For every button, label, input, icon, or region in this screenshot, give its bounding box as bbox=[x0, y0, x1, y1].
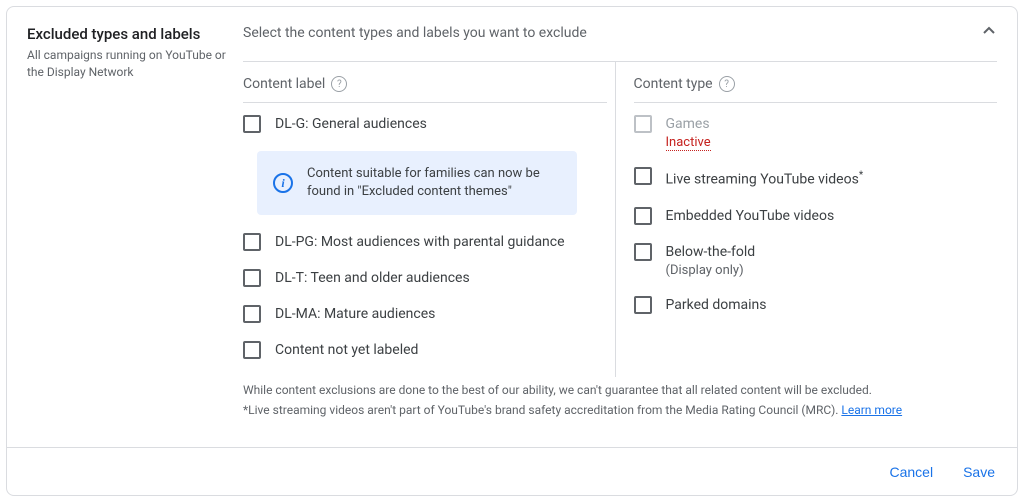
label-embedded: Embedded YouTube videos bbox=[666, 207, 835, 225]
content-label-header: Content label bbox=[243, 76, 325, 92]
help-icon[interactable]: ? bbox=[719, 76, 735, 92]
label-games: Games bbox=[666, 115, 711, 133]
sublabel-below-fold: (Display only) bbox=[666, 263, 756, 278]
label-dl-t: DL-T: Teen and older audiences bbox=[275, 269, 470, 287]
help-icon[interactable]: ? bbox=[331, 76, 347, 92]
footer-actions: Cancel Save bbox=[7, 447, 1017, 495]
status-inactive[interactable]: Inactive bbox=[666, 135, 711, 151]
content-label-column: Content label ? DL-G: General audiences … bbox=[243, 62, 615, 377]
content-type-header: Content type bbox=[634, 76, 713, 92]
checkbox-dl-t[interactable] bbox=[243, 269, 261, 287]
label-dl-ma: DL-MA: Mature audiences bbox=[275, 305, 435, 323]
checkbox-dl-pg[interactable] bbox=[243, 233, 261, 251]
checkbox-games bbox=[634, 115, 652, 133]
save-button[interactable]: Save bbox=[963, 464, 995, 480]
label-dl-pg: DL-PG: Most audiences with parental guid… bbox=[275, 233, 565, 251]
info-banner-text: Content suitable for families can now be… bbox=[307, 165, 561, 201]
label-dl-g: DL-G: General audiences bbox=[275, 115, 427, 133]
checkbox-dl-g[interactable] bbox=[243, 115, 261, 133]
label-parked: Parked domains bbox=[666, 296, 767, 314]
excluded-types-card: Excluded types and labels All campaigns … bbox=[6, 6, 1018, 496]
checkbox-live-streaming[interactable] bbox=[634, 167, 652, 185]
checkbox-embedded[interactable] bbox=[634, 207, 652, 225]
collapse-icon[interactable] bbox=[977, 19, 1001, 43]
section-subtitle: All campaigns running on YouTube or the … bbox=[27, 47, 243, 81]
learn-more-link[interactable]: Learn more bbox=[841, 403, 902, 417]
label-not-labeled: Content not yet labeled bbox=[275, 341, 418, 359]
label-live-streaming: Live streaming YouTube videos* bbox=[666, 167, 864, 189]
disclaimer-text: While content exclusions are done to the… bbox=[243, 381, 997, 419]
checkbox-below-fold[interactable] bbox=[634, 243, 652, 261]
label-below-fold: Below-the-fold bbox=[666, 243, 756, 261]
instruction-text: Select the content types and labels you … bbox=[243, 25, 997, 41]
content-type-column: Content type ? Games Inactive Live bbox=[615, 62, 998, 377]
checkbox-not-labeled[interactable] bbox=[243, 341, 261, 359]
checkbox-dl-ma[interactable] bbox=[243, 305, 261, 323]
info-banner: i Content suitable for families can now … bbox=[257, 151, 577, 215]
section-title: Excluded types and labels bbox=[27, 25, 243, 43]
info-icon: i bbox=[273, 173, 293, 193]
checkbox-parked[interactable] bbox=[634, 296, 652, 314]
cancel-button[interactable]: Cancel bbox=[889, 464, 933, 480]
